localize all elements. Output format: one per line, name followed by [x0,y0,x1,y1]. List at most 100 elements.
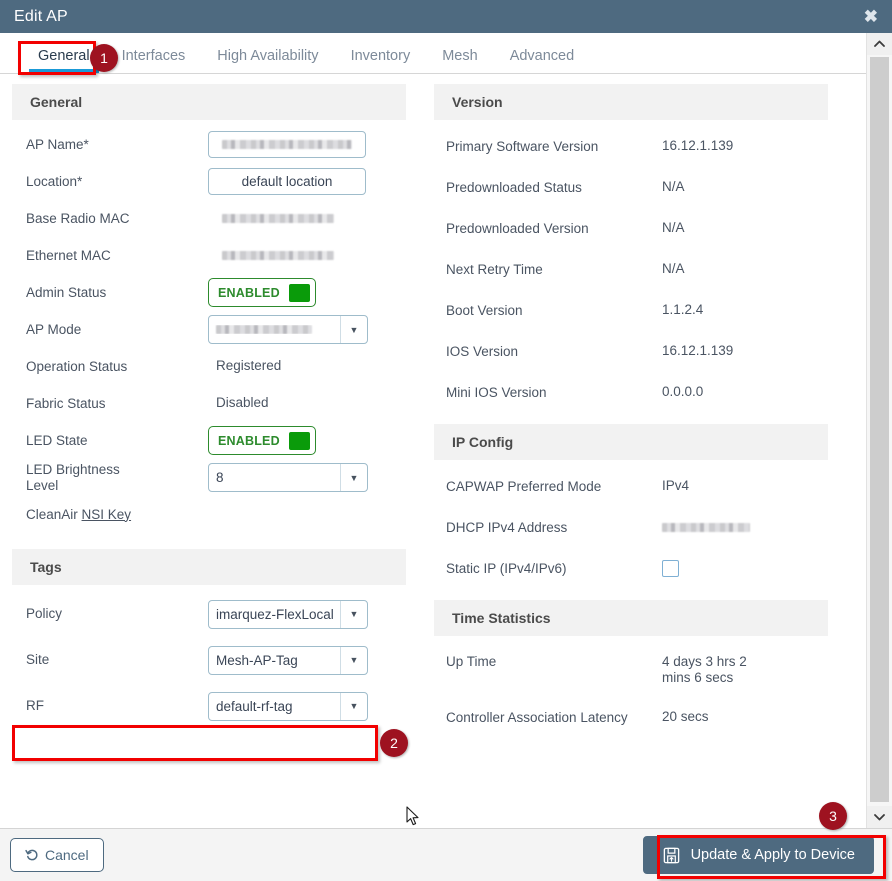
boot-version-value: 1.1.2.4 [662,302,704,318]
predownloaded-status-value: N/A [662,179,685,195]
field-base-radio-mac-label: Base Radio MAC [26,210,130,226]
tab-bar: General Interfaces High Availability Inv… [0,33,866,74]
field-predownloaded-version: Predownloaded Version N/A [434,208,828,249]
close-icon[interactable]: ✖ [864,8,878,25]
field-operation-status-label: Operation Status [26,358,128,374]
field-rf-tag-label: RF [26,698,44,714]
tab-interfaces[interactable]: Interfaces [106,48,202,73]
tab-inventory-label: Inventory [350,48,411,64]
rf-tag-select[interactable]: default-rf-tag ▼ [208,691,368,721]
admin-status-toggle-label: ENABLED [218,285,280,300]
undo-icon [25,848,39,862]
policy-tag-select[interactable]: imarquez-FlexLocal ▼ [208,599,368,629]
nsi-key-link[interactable]: NSI Key [82,507,132,522]
field-led-brightness-level-label: LED Brightness Level [26,461,120,493]
field-ethernet-mac: Ethernet MAC [12,237,406,274]
ethernet-mac-value-redacted [222,251,334,260]
field-ap-name: AP Name* [12,126,406,163]
ap-mode-value-redacted [209,325,340,334]
field-boot-version-label: Boot Version [446,302,523,318]
tab-interfaces-label: Interfaces [121,48,186,64]
cancel-button[interactable]: Cancel [10,838,104,872]
static-ip-checkbox[interactable] [662,560,679,577]
save-icon [662,846,681,865]
update-apply-button[interactable]: Update & Apply to Device [642,836,874,874]
site-tag-select[interactable]: Mesh-AP-Tag ▼ [208,645,368,675]
field-predownloaded-status-label: Predownloaded Status [446,179,582,195]
section-header-tags: Tags [12,549,406,585]
field-location-label: Location* [26,173,83,189]
field-operation-status: Operation Status Registered [12,348,406,385]
tab-high-availability-label: High Availability [217,48,319,64]
ap-mode-select[interactable]: ▼ [208,315,368,344]
field-ethernet-mac-label: Ethernet MAC [26,247,111,263]
field-controller-association-latency-label: Controller Association Latency [446,709,628,725]
field-up-time-label: Up Time [446,654,497,669]
annotation-badge-3: 3 [819,802,847,830]
field-rf-tag: RF default-rf-tag ▼ [12,683,406,729]
field-led-state-label: LED State [26,432,88,448]
field-site-tag: Site Mesh-AP-Tag ▼ [12,637,406,683]
field-static-ip: Static IP (IPv4/IPv6) [434,548,828,589]
field-base-radio-mac: Base Radio MAC [12,200,406,237]
tab-advanced[interactable]: Advanced [494,48,591,73]
location-input[interactable] [208,168,366,195]
field-policy-tag-label: Policy [26,606,63,622]
scrollbar-thumb[interactable] [870,57,889,802]
operation-status-value: Registered [216,358,282,374]
tab-general-label: General [38,48,90,64]
tab-high-availability[interactable]: High Availability [201,48,334,73]
cancel-button-label: Cancel [45,847,89,863]
chevron-down-icon: ▼ [340,692,367,720]
chevron-down-icon: ▼ [340,464,367,491]
section-header-version: Version [434,84,828,120]
chevron-down-icon: ▼ [340,600,367,628]
field-fabric-status: Fabric Status Disabled [12,385,406,422]
field-ap-mode: AP Mode ▼ [12,311,406,348]
left-column: General AP Name* Location* Base Radio MA… [12,84,406,738]
tab-inventory[interactable]: Inventory [335,48,427,73]
section-header-general: General [12,84,406,120]
dhcp-ipv4-address-value-redacted [662,523,750,532]
annotation-badge-2: 2 [380,729,408,757]
tab-mesh[interactable]: Mesh [426,48,493,73]
field-admin-status-label: Admin Status [26,284,107,300]
mini-ios-version-value: 0.0.0.0 [662,384,704,400]
field-admin-status: Admin Status ENABLED [12,274,406,311]
led-brightness-level-value: 8 [216,470,224,485]
annotation-badge-1: 1 [90,44,118,72]
capwap-preferred-mode-value: IPv4 [662,478,690,494]
field-ios-version-label: IOS Version [446,343,519,359]
field-dhcp-ipv4-address: DHCP IPv4 Address [434,507,828,548]
base-radio-mac-value-redacted [222,214,334,223]
field-fabric-status-label: Fabric Status [26,395,106,411]
field-predownloaded-version-label: Predownloaded Version [446,220,589,236]
field-cleanair: CleanAir NSI Key [12,496,406,533]
field-policy-tag: Policy imarquez-FlexLocal ▼ [12,591,406,637]
field-cleanair-label: CleanAir NSI Key [26,507,208,523]
cleanair-text: CleanAir [26,506,82,522]
led-state-toggle-label: ENABLED [218,433,280,448]
policy-tag-value: imarquez-FlexLocal [216,606,334,622]
field-mini-ios-version-label: Mini IOS Version [446,384,547,400]
led-brightness-level-select[interactable]: 8 ▼ [208,463,368,492]
led-state-toggle[interactable]: ENABLED [208,426,316,455]
field-ap-mode-label: AP Mode [26,321,82,337]
field-boot-version: Boot Version 1.1.2.4 [434,290,828,331]
dialog-content: General AP Name* Location* Base Radio MA… [0,74,866,869]
field-static-ip-label: Static IP (IPv4/IPv6) [446,560,567,576]
vertical-scrollbar[interactable] [866,33,892,828]
field-predownloaded-status: Predownloaded Status N/A [434,167,828,208]
ap-name-input[interactable] [208,131,366,158]
scroll-down-icon[interactable] [867,806,892,828]
field-ios-version: IOS Version 16.12.1.139 [434,331,828,372]
primary-software-version-value: 16.12.1.139 [662,138,734,154]
site-tag-value: Mesh-AP-Tag [216,652,298,668]
field-up-time: Up Time 4 days 3 hrs 2 mins 6 secs [434,642,828,697]
chevron-down-icon: ▼ [340,316,367,343]
admin-status-toggle[interactable]: ENABLED [208,278,316,307]
field-led-brightness-level: LED Brightness Level 8 ▼ [12,459,406,496]
scroll-up-icon[interactable] [867,33,892,55]
tab-advanced-label: Advanced [509,48,575,64]
field-site-tag-label: Site [26,652,50,668]
